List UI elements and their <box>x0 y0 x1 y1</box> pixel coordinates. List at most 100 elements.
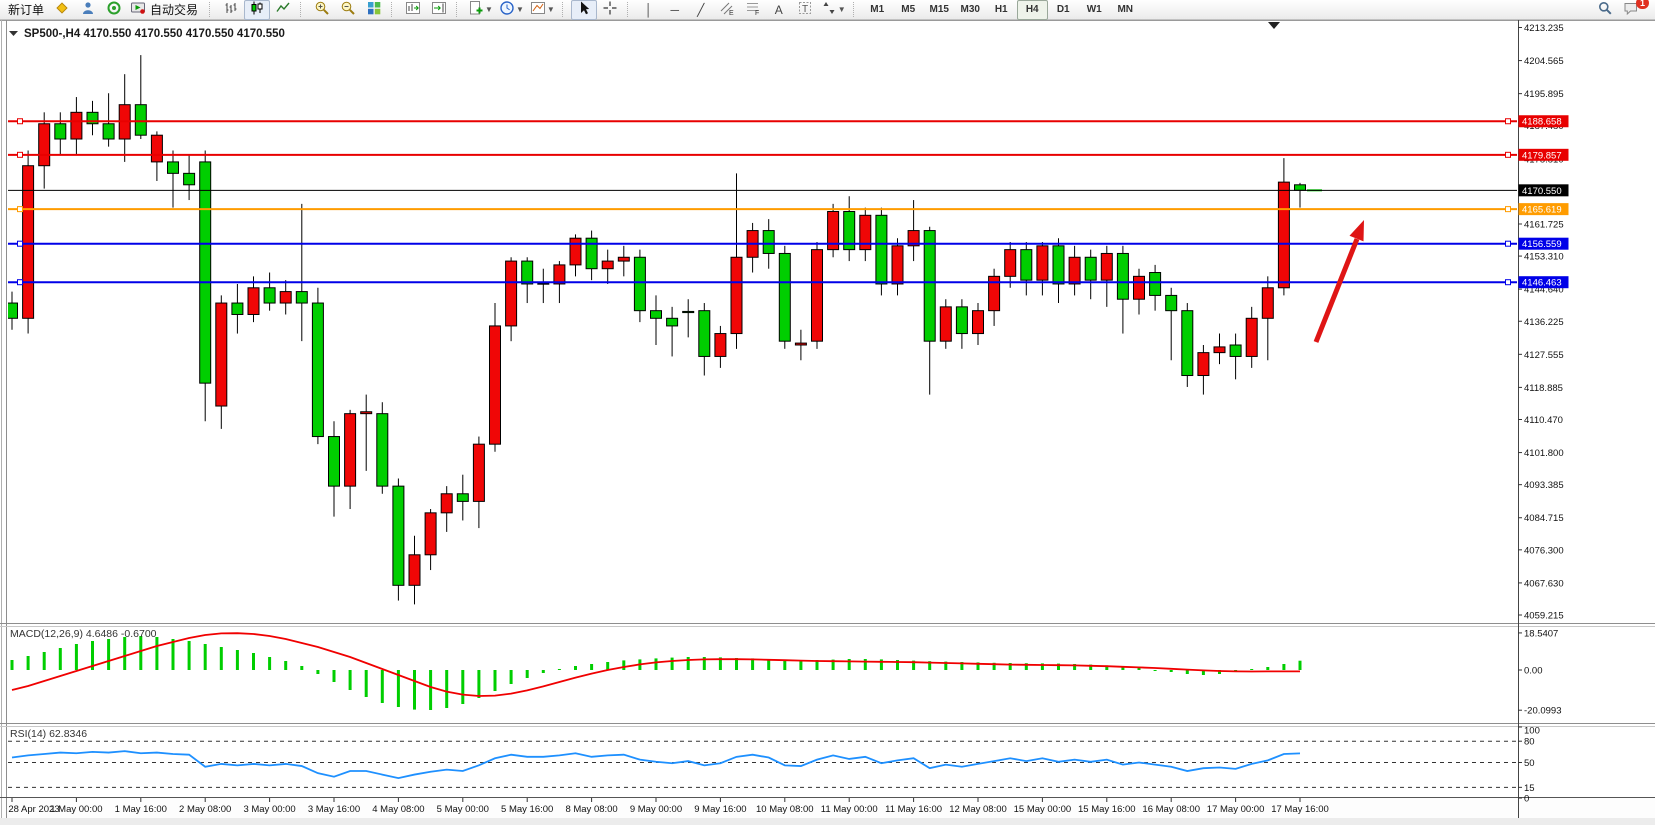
hline-handle[interactable] <box>1506 280 1511 285</box>
date-tick: 1 May 00:00 <box>50 804 102 815</box>
price-tick: 4118.885 <box>1524 383 1563 394</box>
tile-windows-button[interactable] <box>361 0 387 20</box>
svg-text:F: F <box>755 10 759 16</box>
timeframe-w1-button[interactable]: W1 <box>1079 0 1110 20</box>
crosshair-icon <box>602 0 618 19</box>
timeframe-m1-button[interactable]: M1 <box>862 0 893 20</box>
price-tick: 4076.300 <box>1524 545 1564 556</box>
new-chart-icon <box>468 0 484 19</box>
toolbar-separator <box>209 2 214 17</box>
search-button[interactable] <box>1592 0 1618 20</box>
price-tick: 4136.225 <box>1524 317 1564 328</box>
zoom-out-button[interactable] <box>335 0 361 20</box>
period-clock-button[interactable]: ▼ <box>496 0 527 20</box>
date-tick: 11 May 16:00 <box>885 804 942 815</box>
date-tick: 15 May 16:00 <box>1078 804 1136 815</box>
hline-handle[interactable] <box>18 207 23 212</box>
timeframe-h4-button[interactable]: H4 <box>1017 0 1048 20</box>
rsi-label: RSI(14) 62.8346 <box>10 728 87 740</box>
zoom-in-button[interactable] <box>309 0 335 20</box>
date-tick: 10 May 08:00 <box>756 804 814 815</box>
line-chart-button[interactable] <box>270 0 296 20</box>
fibonacci-button[interactable]: F <box>740 0 766 20</box>
trendline-icon[interactable]: ╱ <box>688 0 714 20</box>
equidistant-channel-button[interactable]: E <box>714 0 740 20</box>
arrows-object-button[interactable]: ▼ <box>818 0 849 20</box>
autotrading-button[interactable]: 自动交易 <box>127 0 205 20</box>
hline-handle[interactable] <box>1506 241 1511 246</box>
toolbar-separator <box>300 2 305 17</box>
svg-text:50: 50 <box>1524 758 1535 769</box>
svg-text:-20.0993: -20.0993 <box>1524 706 1562 717</box>
vertical-line-icon[interactable]: │ <box>636 0 662 20</box>
hline-handle[interactable] <box>18 152 23 157</box>
equidistant-channel-icon: E <box>719 0 735 19</box>
date-tick: 16 May 08:00 <box>1142 804 1200 815</box>
toolbar-separator <box>627 2 632 17</box>
price-tick: 4161.725 <box>1524 219 1564 230</box>
hline-handle[interactable] <box>18 119 23 124</box>
candles-chart-button[interactable] <box>244 0 270 20</box>
hline-handle[interactable] <box>1506 119 1511 124</box>
date-tick: 5 May 00:00 <box>437 804 489 815</box>
date-tick: 15 May 00:00 <box>1014 804 1072 815</box>
date-tick: 5 May 16:00 <box>501 804 553 815</box>
date-tick: 9 May 00:00 <box>630 804 682 815</box>
price-tag-label: 4188.658 <box>1522 117 1562 128</box>
timeframe-m30-button[interactable]: M30 <box>955 0 986 20</box>
zoom-out-icon <box>340 0 356 19</box>
text-label-button[interactable]: T <box>792 0 818 20</box>
toolbar-separator <box>853 2 858 17</box>
chart-title: SP500-,H4 4170.550 4170.550 4170.550 417… <box>24 28 285 40</box>
text-icon[interactable]: A <box>766 0 792 20</box>
autotrading-label: 自动交易 <box>146 1 202 18</box>
date-tick: 1 May 16:00 <box>115 804 167 815</box>
timeframe-mn-button[interactable]: MN <box>1110 0 1141 20</box>
hline-handle[interactable] <box>18 280 23 285</box>
candles-chart-icon <box>249 0 265 19</box>
chart-shift-button[interactable] <box>400 0 426 20</box>
new-order-button[interactable]: 新订单 <box>3 0 49 20</box>
hline-handle[interactable] <box>1506 207 1511 212</box>
hline-handle[interactable] <box>18 241 23 246</box>
new-chart-button[interactable]: ▼ <box>465 0 496 20</box>
tile-windows-icon <box>366 0 382 19</box>
price-tick: 4084.715 <box>1524 513 1564 524</box>
svg-text:0.00: 0.00 <box>1524 666 1543 677</box>
price-chart[interactable]: 4213.2354204.5654195.8954187.4804178.810… <box>0 20 1655 825</box>
arrows-object-icon <box>821 0 837 19</box>
yellow-tag-icon <box>54 0 70 19</box>
fibonacci-icon: F <box>745 0 761 19</box>
cursor-icon <box>576 0 592 19</box>
mql5-community-button[interactable] <box>75 0 101 20</box>
svg-text:15: 15 <box>1524 783 1535 794</box>
chevron-down-icon: ▼ <box>838 5 846 14</box>
hline-handle[interactable] <box>1506 152 1511 157</box>
horizontal-line-icon[interactable]: ─ <box>662 0 688 20</box>
timeframe-d1-button[interactable]: D1 <box>1048 0 1079 20</box>
timeframe-h1-button[interactable]: H1 <box>986 0 1017 20</box>
template-chart-button[interactable]: ▼ <box>527 0 558 20</box>
yellow-tag-button[interactable] <box>49 0 75 20</box>
price-tick: 4093.385 <box>1524 480 1564 491</box>
price-tick: 4213.235 <box>1524 23 1564 34</box>
template-chart-icon <box>530 0 546 19</box>
autotrading-icon <box>130 0 146 19</box>
chat-button[interactable]: 1 <box>1618 0 1644 20</box>
timeframe-m5-button[interactable]: M5 <box>893 0 924 20</box>
toolbar-separator <box>391 2 396 17</box>
price-tag-label: 4165.619 <box>1522 205 1562 216</box>
bars-chart-button[interactable] <box>218 0 244 20</box>
svg-text:18.5407: 18.5407 <box>1524 628 1558 639</box>
cursor-button[interactable] <box>571 0 597 20</box>
line-chart-icon <box>275 0 291 19</box>
ticks-button[interactable] <box>101 0 127 20</box>
date-tick: 4 May 08:00 <box>372 804 424 815</box>
crosshair-button[interactable] <box>597 0 623 20</box>
svg-text:0: 0 <box>1524 794 1529 805</box>
timeframe-m15-button[interactable]: M15 <box>924 0 955 20</box>
date-tick: 8 May 08:00 <box>565 804 617 815</box>
svg-text:80: 80 <box>1524 737 1535 748</box>
auto-scroll-button[interactable] <box>426 0 452 20</box>
date-tick: 12 May 08:00 <box>949 804 1007 815</box>
